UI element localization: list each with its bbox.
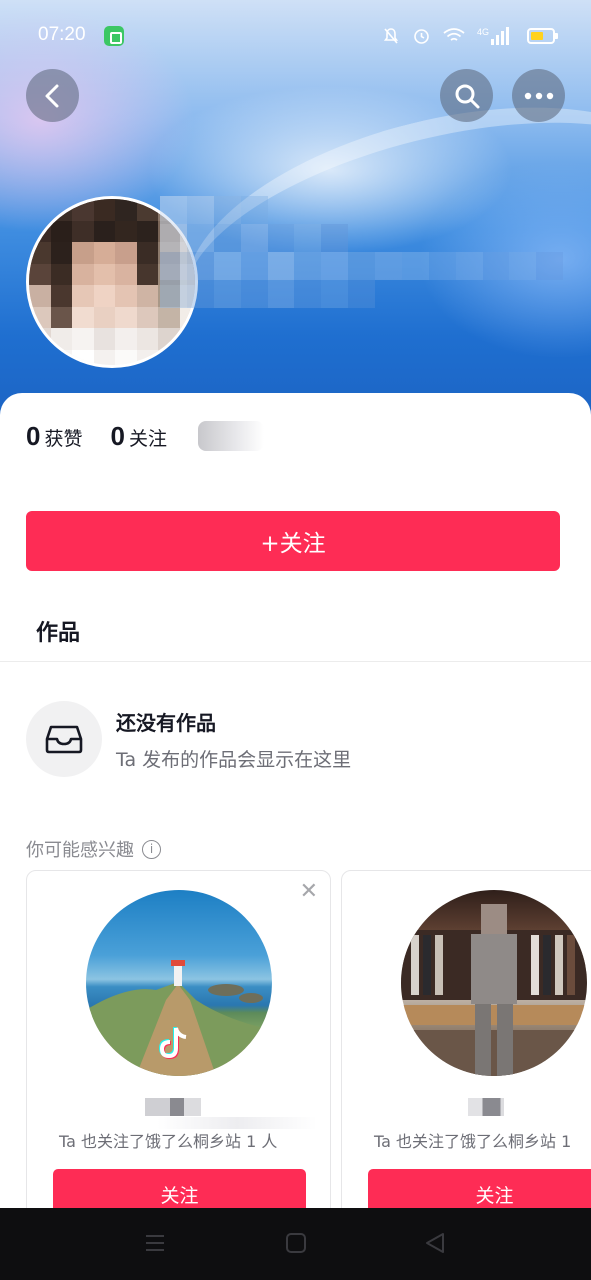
profile-stats: 0 获赞 0 关注 — [26, 421, 167, 452]
signal-icon: 4G — [476, 26, 509, 45]
empty-state-icon-wrap — [26, 701, 102, 777]
following-label: 关注 — [128, 428, 167, 450]
network-type: 4G — [476, 26, 489, 37]
mute-bell-icon — [383, 27, 399, 44]
info-icon[interactable]: i — [142, 839, 161, 859]
profile-name-blurred — [160, 196, 590, 336]
more-dots-icon — [524, 92, 553, 99]
following-stat[interactable]: 0 关注 — [110, 421, 166, 452]
card-follow-button[interactable]: 关注 — [53, 1169, 306, 1208]
likes-label: 获赞 — [44, 428, 83, 450]
alarm-icon — [414, 29, 429, 44]
empty-state-title: 还没有作品 — [116, 711, 216, 735]
inbox-tray-icon — [45, 725, 83, 754]
recommendation-card[interactable]: ✕ Ta 也关注了饿了么桐乡站 1 人 关注 — [26, 870, 331, 1208]
app-icon — [104, 26, 124, 46]
follow-button[interactable]: +关注 — [26, 511, 560, 571]
close-icon[interactable]: ✕ — [300, 881, 318, 903]
card-avatar[interactable] — [401, 890, 587, 1076]
card-follow-button[interactable]: 关注 — [368, 1169, 591, 1208]
card-mutual-text: Ta 也关注了饿了么桐乡站 1 人 — [59, 1132, 278, 1151]
status-time: 07:20 — [38, 24, 86, 45]
battery-icon — [527, 27, 558, 44]
recommendations-header: 你可能感兴趣 i — [26, 836, 161, 862]
tab-works[interactable]: 作品 — [36, 615, 80, 647]
empty-state-subtitle: Ta 发布的作品会显示在这里 — [116, 749, 352, 771]
card-name-blurred — [468, 1098, 504, 1116]
status-icons: 4G — [382, 26, 558, 45]
following-count: 0 — [110, 421, 125, 451]
card-mutual-text: Ta 也关注了饿了么桐乡站 1 — [374, 1132, 572, 1151]
chevron-left-icon — [45, 84, 58, 107]
search-icon — [455, 84, 479, 108]
card-avatar[interactable] — [86, 890, 272, 1076]
recommendation-card[interactable]: Ta 也关注了饿了么桐乡站 1 关注 — [341, 870, 591, 1208]
follower-stat-blurred — [198, 421, 264, 451]
likes-stat[interactable]: 0 获赞 — [26, 421, 82, 452]
home-icon[interactable] — [285, 1232, 307, 1254]
menu-icon[interactable] — [144, 1232, 166, 1254]
status-bar: 07:20 4G — [0, 18, 591, 54]
system-nav-bar — [0, 1208, 591, 1280]
back-triangle-icon[interactable] — [424, 1232, 446, 1254]
profile-content: 0 获赞 0 关注 +关注 作品 还没有作品 Ta 发布的作品会显示在这里 你可… — [0, 393, 591, 1208]
divider — [0, 661, 591, 662]
back-button[interactable] — [26, 69, 79, 122]
card-name-blurred — [145, 1098, 201, 1116]
search-button[interactable] — [440, 69, 493, 122]
more-button[interactable] — [512, 69, 565, 122]
likes-count: 0 — [26, 421, 41, 451]
wifi-icon — [443, 27, 465, 41]
recommendations-title: 你可能感兴趣 — [26, 840, 134, 861]
